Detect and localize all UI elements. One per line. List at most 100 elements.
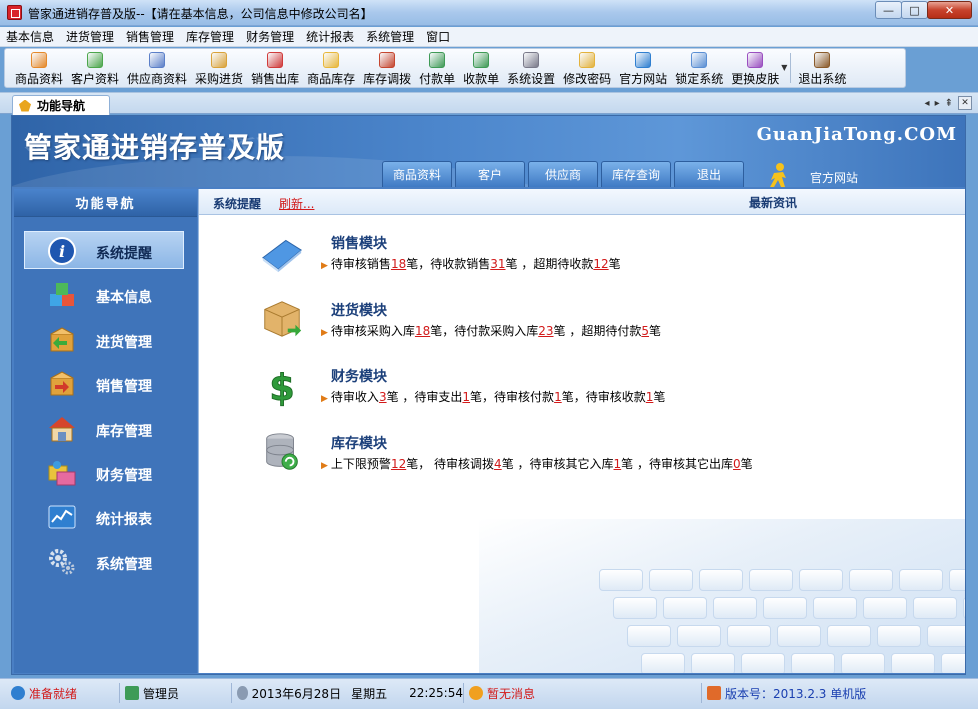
pending-count-link[interactable]: 4 (494, 457, 502, 471)
toolbar-receipt-button[interactable]: 收款单 (459, 49, 503, 87)
pending-count-link[interactable]: 18 (391, 257, 406, 271)
toolbar-purchase-in-button[interactable]: 采购进货 (191, 49, 247, 87)
toolbar-transfer-button[interactable]: 库存调拨 (359, 49, 415, 87)
toolbar-customers-button[interactable]: 客户资料 (67, 49, 123, 87)
nav-item-label: 统计报表 (96, 512, 152, 529)
users-icon (87, 52, 104, 68)
official-site-link[interactable]: 官方网站 (810, 169, 858, 186)
toolbar-sales-out-button[interactable]: 销售出库 (247, 49, 303, 87)
menu-inventory[interactable]: 库存管理 (186, 28, 234, 45)
warehouse-icon (323, 52, 340, 68)
toolbar-exit-system-button[interactable]: 退出系统 (794, 49, 850, 87)
keyboard-key-decoration (713, 597, 757, 619)
nav-item-label: 库存管理 (96, 423, 152, 440)
toolbar-change-skin-button[interactable]: 更换皮肤 (727, 49, 783, 87)
toolbar-payment-button[interactable]: 付款单 (415, 49, 459, 87)
nav-item-purchase[interactable]: 进货管理 (14, 318, 197, 362)
tab-close-icon[interactable]: ✕ (958, 96, 972, 110)
tab-prev-icon[interactable]: ◂ (925, 98, 930, 109)
toolbar-lock-system-button[interactable]: 锁定系统 (671, 49, 727, 87)
system-reminder-label: 系统提醒 (213, 197, 262, 211)
nav-item-sales[interactable]: 销售管理 (14, 362, 197, 406)
menu-system[interactable]: 系统管理 (366, 28, 414, 45)
keyboard-key-decoration (791, 653, 835, 673)
maximize-button[interactable]: □ (901, 1, 928, 19)
status-date: 2013年6月28日 (251, 686, 342, 701)
package-icon (264, 301, 302, 337)
pending-count-link[interactable]: 1 (554, 390, 562, 404)
pending-count-link[interactable]: 23 (538, 324, 553, 338)
banner-tab-products[interactable]: 商品资料 (382, 161, 452, 187)
refresh-link[interactable]: 刷新... (279, 195, 314, 212)
pending-count-link[interactable]: 3 (379, 390, 387, 404)
banner-tab-customers[interactable]: 客户 (455, 161, 525, 187)
menu-window[interactable]: 窗口 (426, 28, 450, 45)
status-datetime: 2013年6月28日 星期五 22:25:54 (234, 683, 464, 703)
menu-finance[interactable]: 财务管理 (246, 28, 294, 45)
summary-text: 上下限预警 (330, 457, 391, 471)
toolbar-settings-button[interactable]: 系统设置 (503, 49, 559, 87)
pending-count-link[interactable]: 31 (490, 257, 505, 271)
module-title[interactable]: 财务模块 (331, 366, 387, 386)
summary-text: 待审核销售 (330, 257, 391, 271)
toolbar-website-button[interactable]: 官方网站 (615, 49, 671, 87)
book-icon (262, 239, 302, 273)
nav-item-basic-info[interactable]: 基本信息 (14, 273, 197, 317)
close-button[interactable]: ✕ (927, 1, 972, 19)
summary-text: 笔 (740, 457, 753, 471)
module-title[interactable]: 进货模块 (331, 300, 387, 320)
pending-count-link[interactable]: 12 (593, 257, 608, 271)
cart-icon (267, 52, 284, 68)
latest-news-label[interactable]: 最新资讯 (749, 194, 797, 211)
banner-tab-exit[interactable]: 退出 (674, 161, 744, 187)
toolbar-suppliers-button[interactable]: 供应商资料 (123, 49, 191, 87)
keyboard-key-decoration (763, 597, 807, 619)
menu-basic-info[interactable]: 基本信息 (6, 28, 54, 45)
banner-tab-stock-query[interactable]: 库存查询 (601, 161, 671, 187)
status-message[interactable]: 暂无消息 (466, 683, 702, 703)
banner-tab-suppliers[interactable]: 供应商 (528, 161, 598, 187)
menu-reports[interactable]: 统计报表 (306, 28, 354, 45)
keyboard-key-decoration (949, 569, 965, 591)
pending-count-link[interactable]: 0 (733, 457, 741, 471)
tab-pin-icon[interactable]: ⇞ (945, 98, 953, 109)
nav-item-finance[interactable]: 财务管理 (14, 451, 197, 495)
pending-count-link[interactable]: 1 (462, 390, 470, 404)
status-bar: 准备就绪 管理员 2013年6月28日 星期五 22:25:54 暂无消息 版本… (0, 678, 978, 709)
keyboard-key-decoration (891, 653, 935, 673)
pending-count-link[interactable]: 5 (641, 324, 649, 338)
summary-text: 笔 ，待审支出 (386, 390, 463, 404)
module-title[interactable]: 销售模块 (331, 233, 387, 253)
svg-text:i: i (59, 242, 65, 261)
window-controls: — □ ✕ (875, 1, 972, 19)
pending-count-link[interactable]: 18 (415, 324, 430, 338)
toolbar-change-password-button[interactable]: 修改密码 (559, 49, 615, 87)
nav-item-system-reminder[interactable]: i 系统提醒 (14, 229, 197, 273)
toolbar-label: 系统设置 (507, 72, 556, 86)
toolbar-products-button[interactable]: 商品资料 (11, 49, 67, 87)
tab-next-icon[interactable]: ▸ (935, 98, 940, 109)
keyboard-key-decoration (899, 569, 943, 591)
skin-dropdown-icon[interactable]: ▼ (781, 63, 787, 87)
pay-icon (429, 52, 446, 68)
pending-count-link[interactable]: 1 (614, 457, 622, 471)
menu-sales[interactable]: 销售管理 (126, 28, 174, 45)
module-title[interactable]: 库存模块 (331, 433, 387, 453)
pending-count-link[interactable]: 12 (391, 457, 406, 471)
box-icon (31, 52, 47, 68)
nav-item-system[interactable]: 系统管理 (14, 540, 197, 584)
menu-purchase[interactable]: 进货管理 (66, 28, 114, 45)
module-summary: ▶ 待审收入3笔 ，待审支出1笔，待审核付款1笔，待审核收款1笔 (321, 388, 665, 405)
keyboard-key-decoration (799, 569, 843, 591)
app-icon[interactable] (7, 5, 22, 20)
toolbar-stock-button[interactable]: 商品库存 (303, 49, 359, 87)
keyboard-key-decoration (963, 597, 965, 619)
tab-function-nav[interactable]: 功能导航 (12, 95, 110, 115)
banner-tabs: 商品资料 客户 供应商 库存查询 退出 (382, 161, 747, 187)
minimize-button[interactable]: — (875, 1, 902, 19)
keyboard-key-decoration (727, 625, 771, 647)
database-icon (266, 433, 298, 470)
nav-item-inventory[interactable]: 库存管理 (14, 407, 197, 451)
nav-item-reports[interactable]: 统计报表 (14, 495, 197, 539)
person-icon[interactable] (765, 162, 791, 187)
